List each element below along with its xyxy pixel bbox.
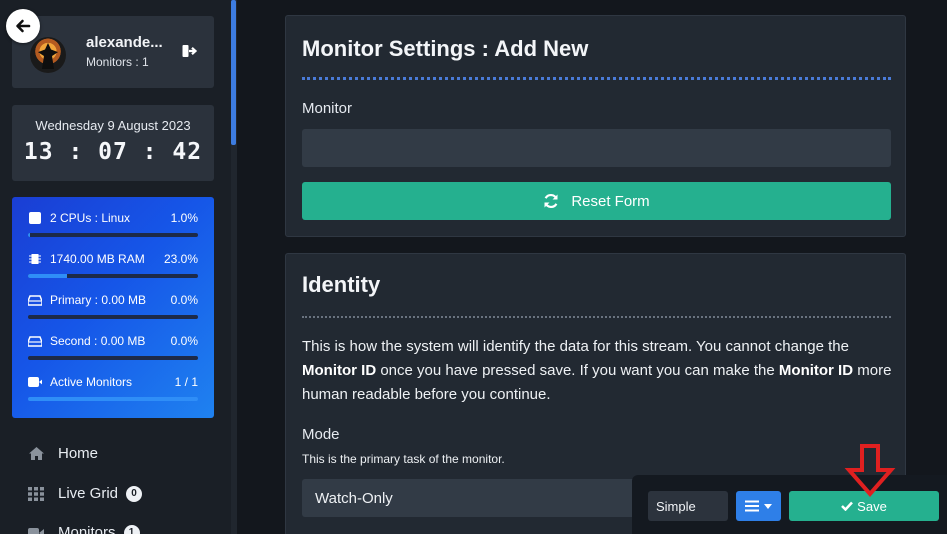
home-icon: [28, 447, 44, 461]
user-name: alexande...: [86, 34, 163, 51]
page-title: Monitor Settings : Add New: [302, 36, 589, 61]
refresh-icon: [544, 193, 558, 209]
check-icon: [841, 501, 854, 511]
stat-value: 1 / 1: [174, 375, 198, 389]
title-divider: [302, 77, 891, 80]
annotation-arrow-icon: [844, 444, 896, 498]
simple-mode-label: Simple: [656, 498, 696, 514]
title-divider: [302, 316, 891, 318]
stat-second-storage: Second : 0.00 MB 0.0%: [28, 333, 198, 373]
reset-form-button[interactable]: Reset Form: [302, 182, 891, 220]
stat-bar-fill: [28, 233, 30, 237]
sidebar-item-label: Live Grid: [58, 485, 119, 502]
avatar[interactable]: [30, 37, 66, 73]
stat-bar-fill: [28, 274, 68, 278]
stat-label: Second : 0.00 MB: [50, 334, 146, 348]
stat-value: 1.0%: [170, 211, 198, 225]
identity-title: Identity: [302, 272, 381, 297]
clock-time: 13 : 07 : 42: [23, 139, 203, 165]
memory-chip-icon: [28, 253, 42, 265]
stat-bar: [28, 233, 198, 237]
sidebar-item-home[interactable]: Home: [28, 445, 98, 462]
stat-primary-storage: Primary : 0.00 MB 0.0%: [28, 292, 198, 332]
user-card: alexande... Monitors : 1: [12, 16, 214, 88]
hard-drive-icon: [28, 335, 42, 347]
video-camera-icon: [28, 526, 44, 534]
stat-active-monitors: Active Monitors 1 / 1: [28, 374, 198, 414]
user-monitor-count: Monitors : 1: [86, 55, 149, 69]
sidebar-item-label: Monitors: [58, 524, 116, 534]
video-camera-icon: [28, 376, 42, 388]
count-badge: 0: [126, 485, 143, 502]
stat-bar: [28, 315, 198, 319]
identity-description: This is how the system will identify the…: [302, 338, 892, 403]
reset-form-label: Reset Form: [571, 192, 650, 210]
sidebar-item-live-grid[interactable]: Live Grid 0: [28, 485, 143, 502]
mode-selected-value: Watch-Only: [315, 489, 393, 507]
stat-value: 23.0%: [163, 252, 198, 266]
grid-icon: [28, 486, 44, 501]
options-menu-button[interactable]: [736, 491, 781, 521]
mode-help-text: This is the primary task of the monitor.: [302, 452, 505, 466]
list-icon: [745, 500, 759, 512]
mode-label: Mode: [302, 426, 340, 443]
mode-select[interactable]: Watch-Only: [302, 479, 662, 517]
stat-value: 0.0%: [170, 293, 198, 307]
logout-icon[interactable]: [182, 44, 198, 58]
stat-bar: [28, 356, 198, 360]
stat-label: Active Monitors: [50, 375, 133, 389]
stat-cpu: 2 CPUs : Linux 1.0%: [28, 210, 198, 250]
back-button[interactable]: [6, 9, 40, 43]
caret-down-icon: [764, 503, 772, 509]
stat-label: Primary : 0.00 MB: [50, 293, 147, 307]
square-icon: [28, 212, 42, 224]
stat-label: 1740.00 MB RAM: [50, 252, 145, 266]
stat-label: 2 CPUs : Linux: [50, 211, 131, 225]
clock-date: Wednesday 9 August 2023: [35, 118, 191, 133]
system-stats-panel: 2 CPUs : Linux 1.0% 1740.00 MB RAM 23.0%…: [12, 197, 214, 418]
stat-bar-fill: [28, 397, 198, 401]
bottom-toolbar: Simple Save: [632, 475, 947, 534]
stat-bar: [28, 397, 198, 401]
monitor-input[interactable]: [302, 129, 891, 167]
monitor-settings-card: Monitor Settings : Add New Monitor Reset…: [285, 15, 906, 237]
count-badge: 1: [123, 524, 140, 534]
stat-ram: 1740.00 MB RAM 23.0%: [28, 251, 198, 291]
hard-drive-icon: [28, 294, 42, 306]
arrow-left-icon: [16, 19, 31, 33]
sidebar-scrollbar-thumb[interactable]: [231, 0, 236, 145]
stat-value: 0.0%: [170, 334, 198, 348]
clock-widget: Wednesday 9 August 2023 13 : 07 : 42: [12, 105, 214, 181]
sidebar-item-monitors[interactable]: Monitors 1: [28, 524, 140, 534]
sidebar-item-label: Home: [58, 445, 99, 462]
monitor-label: Monitor: [302, 100, 353, 117]
stat-bar: [28, 274, 198, 278]
simple-mode-select[interactable]: Simple: [648, 491, 728, 521]
save-label: Save: [857, 498, 887, 514]
